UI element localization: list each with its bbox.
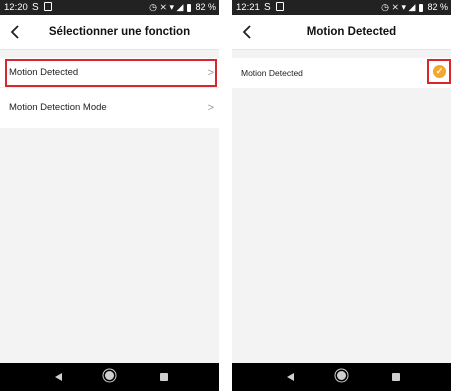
notification-icon	[43, 2, 52, 11]
status-bar: 12:20 S ◷ ⨯ ▾ ◢ 82 %	[0, 0, 219, 15]
list-item-motion-detected[interactable]: Motion Detected >	[0, 58, 219, 88]
list-item-motion-detection-mode[interactable]: Motion Detection Mode >	[0, 88, 219, 128]
battery-icon	[419, 3, 424, 12]
system-icons: ◷ ⨯ ▾ ◢	[381, 2, 416, 12]
back-arrow-icon[interactable]	[6, 22, 26, 42]
function-list: Motion Detected > Motion Detection Mode …	[0, 58, 219, 128]
page-title: Sélectionner une fonction	[48, 26, 191, 38]
list-item-label: Motion Detection Mode	[9, 102, 107, 113]
nav-recents-icon[interactable]	[160, 373, 168, 381]
status-right-icons: ◷ ⨯ ▾ ◢ 82 %	[149, 0, 216, 15]
status-time: 12:21	[236, 2, 260, 13]
battery-level: 82 %	[195, 2, 216, 12]
android-nav-bar	[0, 363, 219, 391]
phone-screen-motion-detected: 12:21 S ◷ ⨯ ▾ ◢ 82 % Motion Detected Mot…	[232, 0, 451, 391]
android-nav-bar	[232, 363, 451, 391]
nav-home-icon[interactable]	[105, 371, 114, 380]
status-bar: 12:21 S ◷ ⨯ ▾ ◢ 82 %	[232, 0, 451, 15]
system-icons: ◷ ⨯ ▾ ◢	[149, 2, 184, 12]
back-arrow-icon[interactable]	[238, 22, 258, 42]
chevron-right-icon: >	[207, 67, 214, 79]
phone-screen-function-select: 12:20 S ◷ ⨯ ▾ ◢ 82 % Sélectionner une fo…	[0, 0, 219, 391]
app-bar: Motion Detected	[232, 15, 451, 50]
nav-recents-icon[interactable]	[392, 373, 400, 381]
nav-back-icon[interactable]	[287, 373, 294, 381]
app-bar: Sélectionner une fonction	[0, 15, 219, 50]
list-item-label: Motion Detected	[9, 67, 79, 78]
check-icon[interactable]: ✓	[433, 65, 446, 78]
notification-icon	[275, 2, 284, 11]
option-row-motion-detected[interactable]: Motion Detected	[232, 58, 451, 88]
option-label: Motion Detected	[241, 68, 303, 78]
nav-home-icon[interactable]	[337, 371, 346, 380]
chevron-right-icon: >	[207, 102, 214, 114]
battery-level: 82 %	[427, 2, 448, 12]
status-notification-icons: S	[264, 0, 284, 15]
nav-back-icon[interactable]	[55, 373, 62, 381]
status-time: 12:20	[4, 2, 28, 13]
page-title: Motion Detected	[306, 26, 397, 38]
status-notification-icons: S	[32, 0, 52, 15]
status-right-icons: ◷ ⨯ ▾ ◢ 82 %	[381, 0, 448, 15]
battery-icon	[187, 3, 192, 12]
